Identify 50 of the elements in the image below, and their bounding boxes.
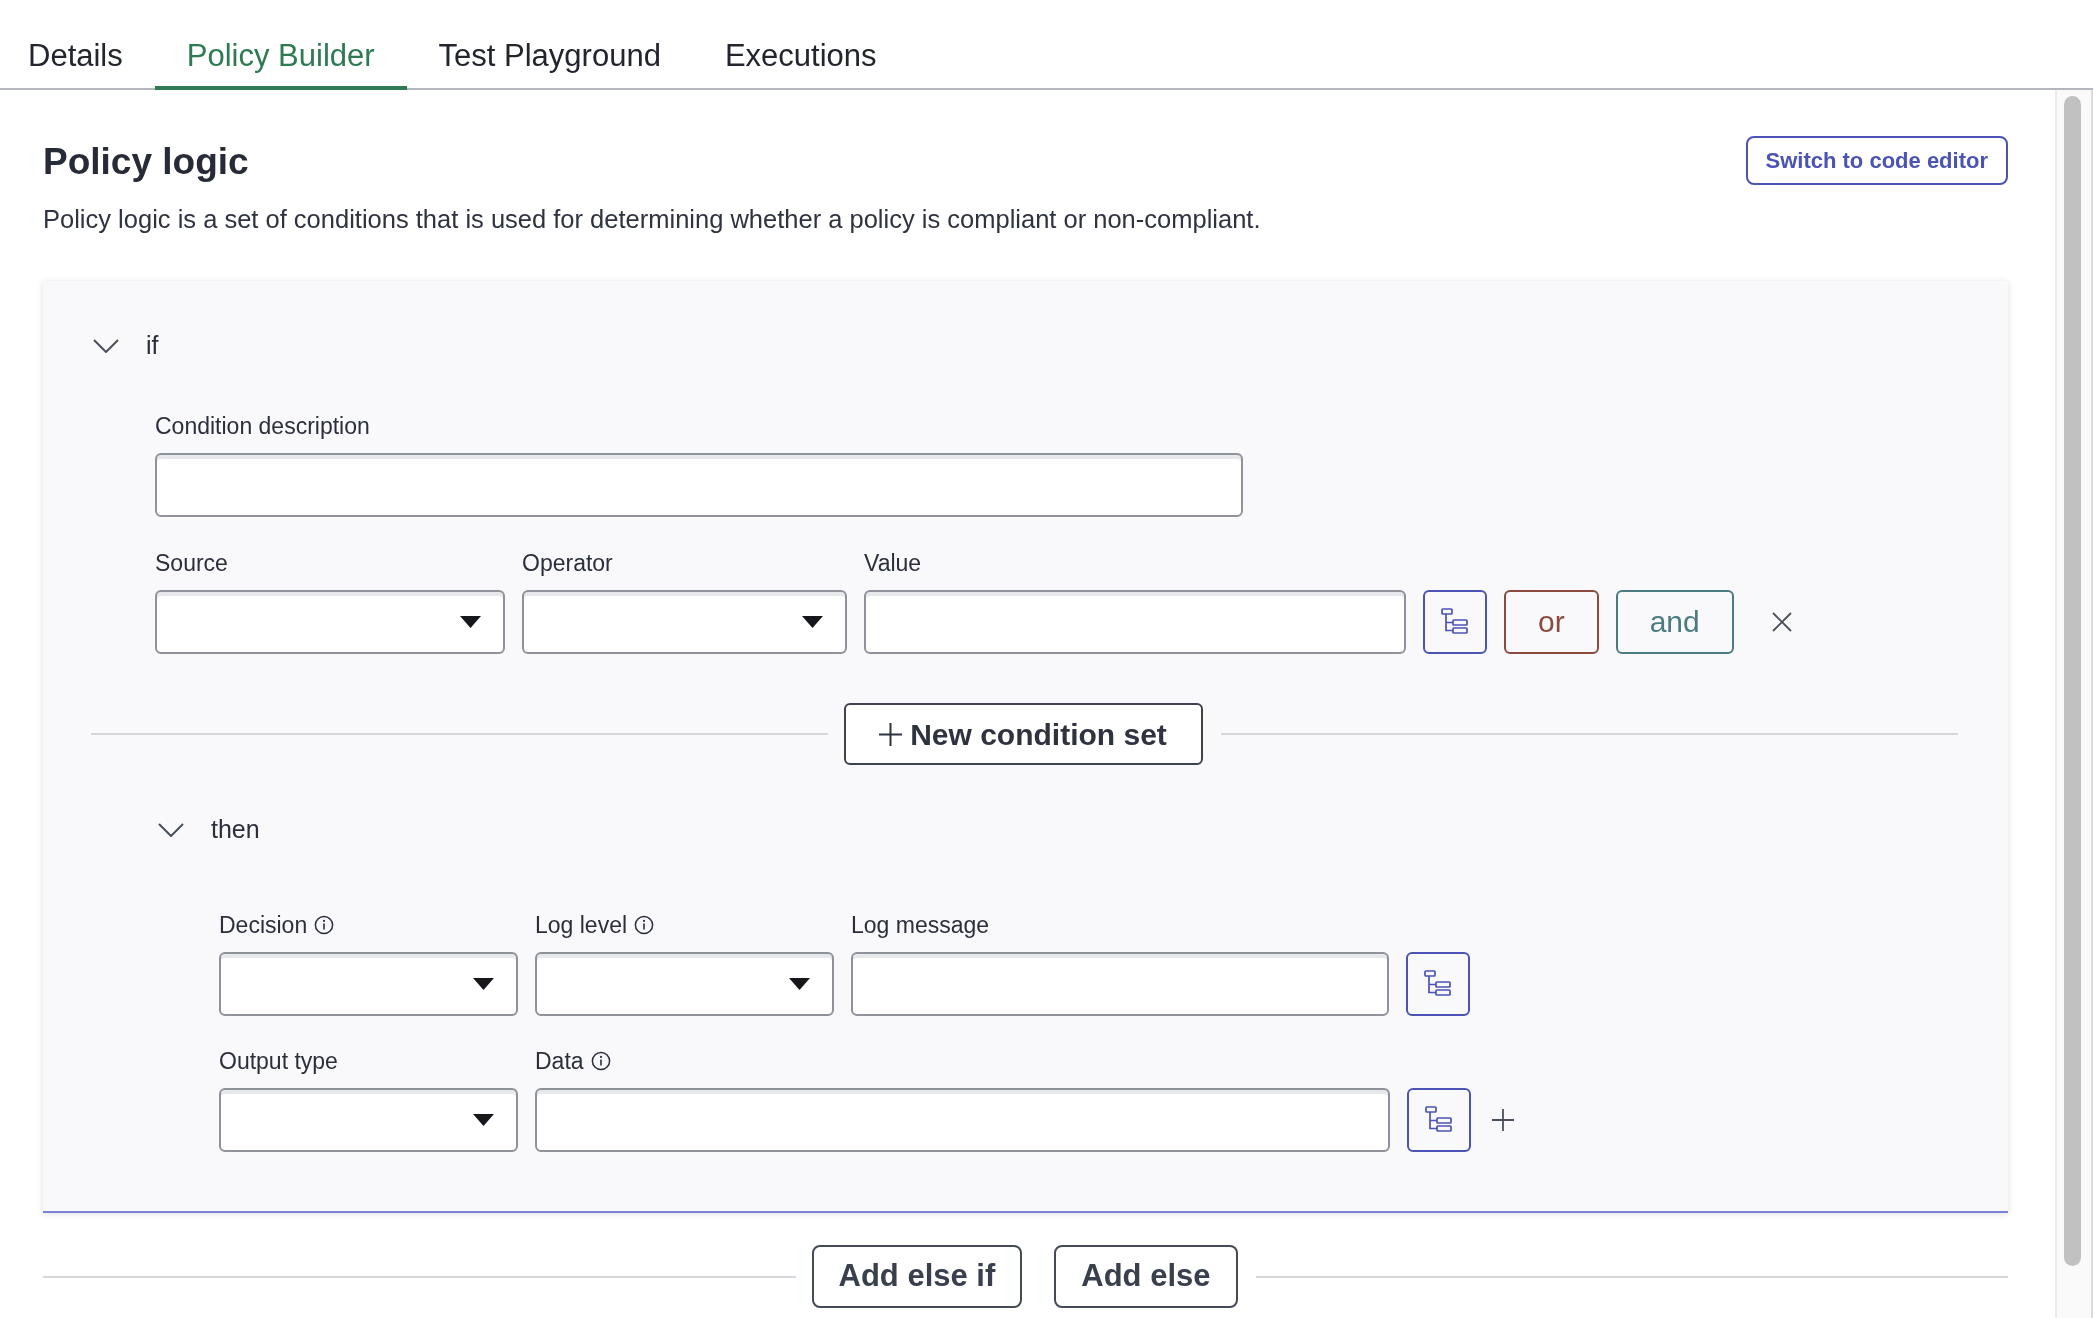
field-label: Log message (851, 911, 990, 939)
logic-operator-button[interactable]: and (1615, 590, 1734, 654)
select-field[interactable] (219, 1088, 518, 1152)
input-field[interactable] (851, 952, 1389, 1016)
caret-icon (460, 616, 481, 628)
hierarchy-icon (1423, 969, 1453, 999)
field-label: Operator (522, 549, 613, 577)
field-label: Data (535, 1047, 584, 1075)
field-label: Value (864, 549, 922, 577)
field-label: Decision (219, 911, 308, 939)
add-branch-button[interactable]: Add else if (811, 1245, 1023, 1308)
scrollbar[interactable] (2055, 90, 2093, 1318)
field-label: Condition description (155, 412, 370, 440)
if-keyword: if (146, 330, 159, 362)
chevron-down-icon[interactable] (158, 823, 184, 837)
tab[interactable]: Executions (692, 0, 909, 90)
select-field[interactable] (219, 952, 518, 1016)
page-description: Policy logic is a set of conditions that is used for determining whether a policy is compliant or non-compliant. (43, 204, 1261, 234)
caret-icon (789, 978, 810, 990)
field-label: Output type (219, 1047, 338, 1075)
tab[interactable]: Details (0, 0, 155, 90)
scrollbar-thumb[interactable] (2064, 96, 2081, 1266)
tab[interactable]: Policy Builder (154, 0, 407, 90)
tab[interactable]: Test Playground (406, 0, 693, 90)
hierarchy-button[interactable] (1407, 1088, 1471, 1152)
hierarchy-button[interactable] (1423, 590, 1487, 654)
close-icon[interactable] (1771, 612, 1792, 632)
hierarchy-icon (1424, 1105, 1454, 1135)
plus-icon (878, 721, 904, 747)
logic-operator-button[interactable]: or (1504, 590, 1599, 654)
add-branch-button[interactable]: Add else (1054, 1245, 1238, 1308)
input-field[interactable] (864, 590, 1406, 654)
hierarchy-button[interactable] (1406, 952, 1470, 1016)
caret-icon (473, 978, 494, 990)
input-field[interactable] (535, 1088, 1390, 1152)
field-label: Log level (535, 911, 628, 939)
chevron-down-icon[interactable] (93, 339, 119, 353)
caret-icon (802, 616, 823, 628)
hierarchy-icon (1440, 607, 1470, 637)
new-condition-set-button[interactable]: New condition set (844, 703, 1203, 765)
input-field[interactable] (155, 453, 1243, 517)
select-field[interactable] (155, 590, 505, 654)
caret-icon (473, 1114, 494, 1126)
plus-icon[interactable] (1491, 1108, 1515, 1132)
page-title: Policy logic (43, 140, 249, 184)
select-field[interactable] (522, 590, 847, 654)
then-keyword: then (211, 814, 260, 846)
select-field[interactable] (535, 952, 834, 1016)
code-editor-button[interactable]: Switch to code editor (1745, 136, 2008, 185)
field-label: Source (155, 549, 228, 577)
